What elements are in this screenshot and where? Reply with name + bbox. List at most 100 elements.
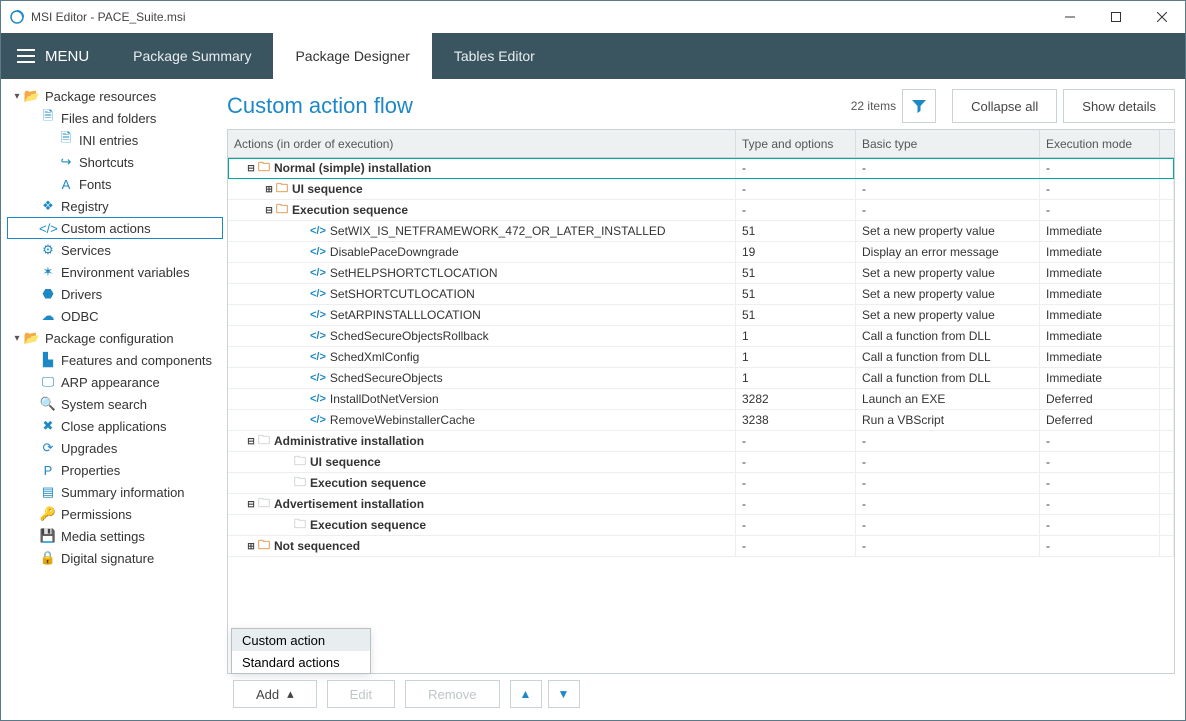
row-label: Execution sequence [310,476,426,490]
sidebar-item-drivers[interactable]: ⬣Drivers [7,283,223,305]
sidebar-item-environment-variables[interactable]: ✶Environment variables [7,261,223,283]
remove-button[interactable]: Remove [405,680,499,708]
sidebar-item-registry[interactable]: ❖Registry [7,195,223,217]
popup-item-custom-action[interactable]: Custom action [232,629,370,651]
sidebar-item-permissions[interactable]: 🔑Permissions [7,503,223,525]
collapse-all-button[interactable]: Collapse all [952,89,1057,123]
show-details-button[interactable]: Show details [1063,89,1175,123]
features-icon: ▙ [39,352,57,368]
table-row[interactable]: </>RemoveWebinstallerCache3238Run a VBSc… [228,410,1174,431]
table-row[interactable]: </>SetARPINSTALLLOCATION51Set a new prop… [228,305,1174,326]
cell: - [1040,452,1160,472]
table-row[interactable]: ⊞🗀Not sequenced--- [228,536,1174,557]
sidebar-item-label: Fonts [79,177,112,192]
cell: - [1040,158,1160,178]
sidebar-item-label: Summary information [61,485,185,500]
move-down-button[interactable]: ▼ [548,680,580,708]
sidebar-item-package-resources[interactable]: ▾📂Package resources [7,85,223,107]
lock-icon: 🔒 [39,550,57,566]
sidebar-item-digital-signature[interactable]: 🔒Digital signature [7,547,223,569]
table-row[interactable]: </>InstallDotNetVersion3282Launch an EXE… [228,389,1174,410]
sidebar-item-close-applications[interactable]: ✖Close applications [7,415,223,437]
row-label: Not sequenced [274,539,360,553]
row-label: Normal (simple) installation [274,161,431,175]
cell: 51 [736,305,856,325]
table-row[interactable]: 🗀Execution sequence--- [228,473,1174,494]
summary-icon: ▤ [39,484,57,500]
sidebar-item-fonts[interactable]: AFonts [7,173,223,195]
sidebar-item-label: Close applications [61,419,167,434]
expand-icon[interactable]: ⊞ [246,541,256,552]
sidebar-item-label: Upgrades [61,441,117,456]
cell: Set a new property value [856,284,1040,304]
filter-button[interactable] [902,89,936,123]
cell: - [856,452,1040,472]
table-row[interactable]: </>SetHELPSHORTCTLOCATION51Set a new pro… [228,263,1174,284]
expand-icon[interactable]: ⊟ [246,499,256,510]
cell: - [736,200,856,220]
table-row[interactable]: ⊟🗀Advertisement installation--- [228,494,1174,515]
code-icon: </> [310,351,326,363]
sidebar-item-ini-entries[interactable]: 🗎INI entries [7,129,223,151]
sidebar-item-summary-information[interactable]: ▤ Summary information [7,481,223,503]
table-row[interactable]: </>DisablePaceDowngrade19Display an erro… [228,242,1174,263]
minimize-button[interactable] [1047,1,1093,33]
table-row[interactable]: ⊞🗀UI sequence--- [228,179,1174,200]
expand-icon[interactable]: ⊞ [264,184,274,195]
cell: Immediate [1040,305,1160,325]
maximize-button[interactable] [1093,1,1139,33]
sidebar-item-label: Features and components [61,353,212,368]
sidebar-item-media-settings[interactable]: 💾 Media settings [7,525,223,547]
table-row[interactable]: 🗀Execution sequence--- [228,515,1174,536]
media-icon: 💾 [39,528,57,544]
add-button[interactable]: Add▴ [233,680,317,708]
sidebar-item-label: Package configuration [45,331,174,346]
sidebar-item-system-search[interactable]: 🔍System search [7,393,223,415]
table-row[interactable]: 🗀UI sequence--- [228,452,1174,473]
col-header-mode[interactable]: Execution mode [1040,130,1160,157]
expand-icon[interactable]: ⊟ [246,163,256,174]
col-header-basic[interactable]: Basic type [856,130,1040,157]
table-row[interactable]: </>SetSHORTCUTLOCATION51Set a new proper… [228,284,1174,305]
cell: - [736,494,856,514]
move-up-button[interactable]: ▲ [510,680,542,708]
folder-icon: 🗀 [294,452,306,473]
menu-button[interactable]: MENU [1,33,105,79]
table-row[interactable]: ⊟🗀Execution sequence--- [228,200,1174,221]
sidebar-item-features-and-components[interactable]: ▙ Features and components [7,349,223,371]
caret-up-icon: ▴ [287,686,294,702]
expand-icon[interactable]: ⊟ [264,205,274,216]
folder-open-icon: 📂 [23,88,41,104]
tab-package-summary[interactable]: Package Summary [111,33,273,79]
sidebar-item-custom-actions[interactable]: </>Custom actions [7,217,223,239]
sidebar-item-shortcuts[interactable]: ↪Shortcuts [7,151,223,173]
sidebar-item-properties[interactable]: PProperties [7,459,223,481]
edit-button[interactable]: Edit [327,680,395,708]
table-row[interactable]: ⊟🗀Administrative installation--- [228,431,1174,452]
sidebar-item-files-and-folders[interactable]: 🗎Files and folders [7,107,223,129]
sidebar-item-upgrades[interactable]: ⟳Upgrades [7,437,223,459]
sidebar-item-label: Media settings [61,529,145,544]
cell: - [856,431,1040,451]
table-row[interactable]: ⊟🗀Normal (simple) installation--- [228,158,1174,179]
sidebar-item-services[interactable]: ⚙Services [7,239,223,261]
tab-package-designer[interactable]: Package Designer [273,33,431,79]
code-icon: </> [310,372,326,384]
col-header-actions[interactable]: Actions (in order of execution) [228,130,736,157]
sidebar-item-arp-appearance[interactable]: 🖵ARP appearance [7,371,223,393]
table-row[interactable]: </>SchedSecureObjectsRollback1Call a fun… [228,326,1174,347]
table-row[interactable]: </>SchedSecureObjects1Call a function fr… [228,368,1174,389]
col-header-type[interactable]: Type and options [736,130,856,157]
tab-tables-editor[interactable]: Tables Editor [432,33,557,79]
popup-item-standard-actions[interactable]: Standard actions [232,651,370,673]
close-button[interactable] [1139,1,1185,33]
shortcut-icon: ↪ [57,154,75,170]
cell: - [736,473,856,493]
sidebar-item-odbc[interactable]: ☁ODBC [7,305,223,327]
expand-icon[interactable]: ⊟ [246,436,256,447]
cell: 51 [736,221,856,241]
row-label: SetWIX_IS_NETFRAMEWORK_472_OR_LATER_INST… [330,224,666,238]
sidebar-item-package-configuration[interactable]: ▾📂Package configuration [7,327,223,349]
table-row[interactable]: </>SchedXmlConfig1Call a function from D… [228,347,1174,368]
table-row[interactable]: </>SetWIX_IS_NETFRAMEWORK_472_OR_LATER_I… [228,221,1174,242]
